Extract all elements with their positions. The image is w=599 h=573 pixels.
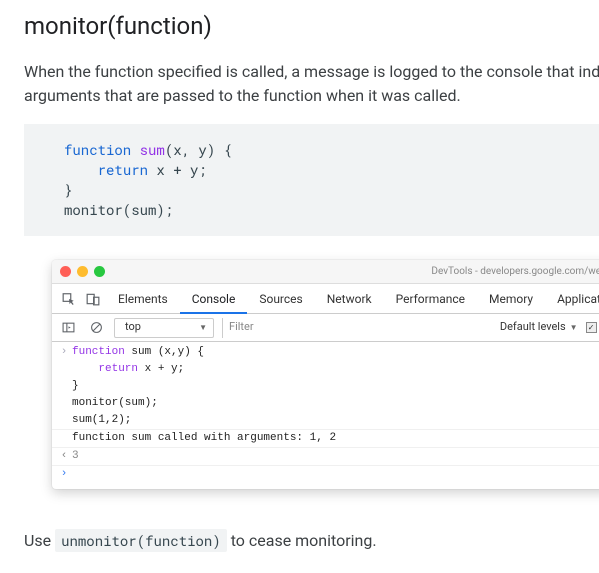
traffic-lights xyxy=(60,266,105,277)
prompt-chevron-icon[interactable]: › xyxy=(56,467,72,482)
console-filterbar: top ▼ Filter Default levels ▼ ✓ Group si… xyxy=(52,314,599,342)
context-selector[interactable]: top ▼ xyxy=(114,318,214,338)
clear-console-icon[interactable] xyxy=(86,318,106,338)
chevron-down-icon: ▼ xyxy=(199,322,207,334)
tab-memory[interactable]: Memory xyxy=(477,284,545,314)
minimize-icon[interactable] xyxy=(77,266,88,277)
log-levels-selector[interactable]: Default levels ▼ xyxy=(500,319,578,336)
filter-input[interactable]: Filter xyxy=(222,318,492,338)
page-heading: monitor(function) xyxy=(24,8,599,44)
device-icon[interactable] xyxy=(82,288,104,310)
tab-network[interactable]: Network xyxy=(315,284,384,314)
checkbox-icon: ✓ xyxy=(586,322,597,333)
console-output: › function sum (x,y) { return x + y; } m… xyxy=(52,342,599,489)
log-message: function sum called with arguments: 1, 2 xyxy=(72,431,336,446)
chevron-down-icon: ▼ xyxy=(570,322,578,334)
group-similar-toggle[interactable]: ✓ Group similar xyxy=(586,319,599,336)
tab-console[interactable]: Console xyxy=(180,284,248,314)
sidebar-toggle-icon[interactable] xyxy=(58,318,78,338)
tab-performance[interactable]: Performance xyxy=(384,284,477,314)
window-titlebar: DevTools - developers.google.com/web/sho… xyxy=(52,260,599,284)
tab-elements[interactable]: Elements xyxy=(106,284,180,314)
maximize-icon[interactable] xyxy=(94,266,105,277)
close-icon[interactable] xyxy=(60,266,71,277)
devtools-tabbar: Elements Console Sources Network Perform… xyxy=(52,284,599,314)
description-text: When the function specified is called, a… xyxy=(24,60,599,108)
tab-application[interactable]: Application xyxy=(545,284,599,314)
devtools-screenshot: DevTools - developers.google.com/web/sho… xyxy=(52,260,599,489)
inline-code: unmonitor(function) xyxy=(55,529,227,552)
tab-sources[interactable]: Sources xyxy=(247,284,314,314)
example-code-block: function sum(x, y) { return x + y; } mon… xyxy=(24,124,599,236)
window-title: DevTools - developers.google.com/web/sho… xyxy=(431,264,599,279)
output-chevron-icon: ‹ xyxy=(56,449,72,464)
context-label: top xyxy=(125,319,141,336)
closing-text: Use unmonitor(function) to cease monitor… xyxy=(24,529,599,553)
return-value: 3 xyxy=(72,449,79,464)
input-chevron-icon: › xyxy=(56,345,72,360)
inspect-icon[interactable] xyxy=(58,288,80,310)
